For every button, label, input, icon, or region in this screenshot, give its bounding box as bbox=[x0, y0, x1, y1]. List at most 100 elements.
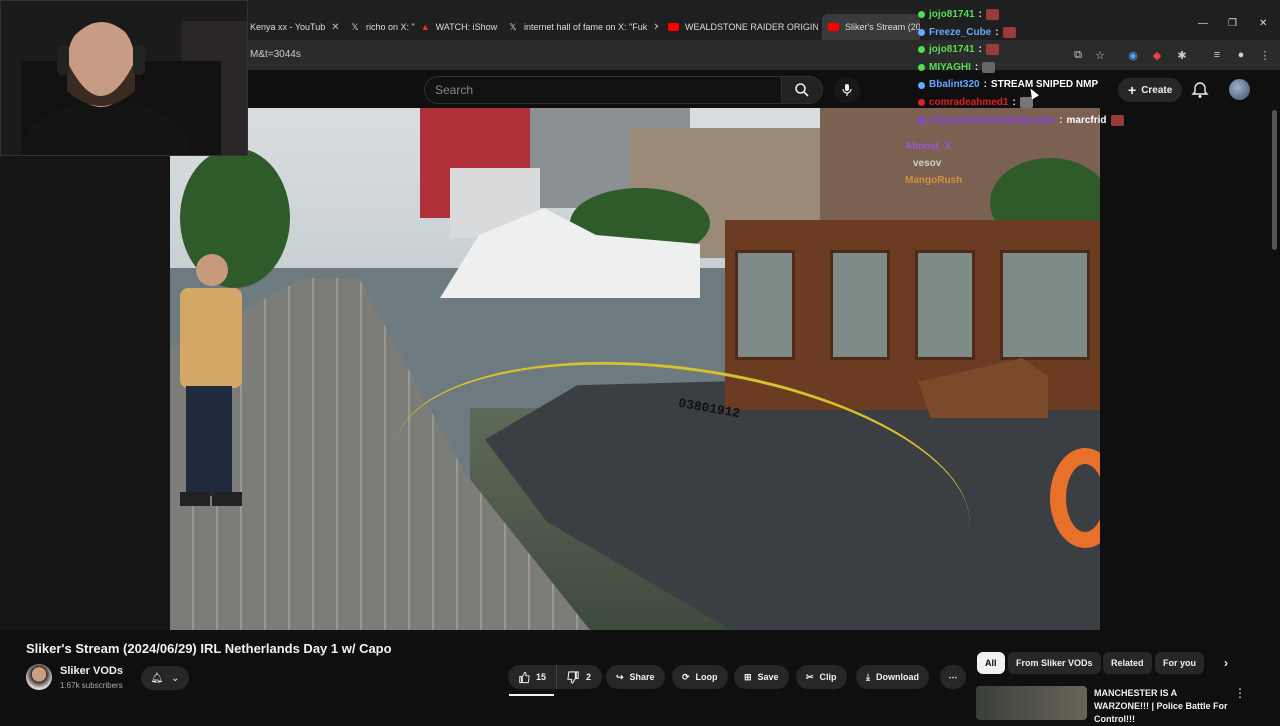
browser-menu-icon[interactable]: ⋮ bbox=[1257, 47, 1273, 63]
page-scrollbar[interactable] bbox=[1272, 110, 1277, 250]
share-icon: ↪ bbox=[616, 671, 624, 682]
loop-button[interactable]: ⟳ Loop bbox=[672, 665, 728, 689]
more-actions-button[interactable]: ⋯ bbox=[940, 665, 966, 689]
more-horizontal-icon: ⋯ bbox=[948, 671, 958, 682]
inner-chat-name: vesov bbox=[913, 158, 942, 169]
thumbs-up-icon bbox=[519, 671, 530, 683]
search-placeholder: Search bbox=[435, 83, 474, 97]
chat-badge-icon bbox=[918, 11, 925, 19]
scissors-icon: ✂ bbox=[806, 671, 814, 682]
video-cabin-window bbox=[1000, 250, 1090, 360]
url-text[interactable]: M&t=3044s bbox=[250, 49, 301, 60]
clip-label: Clip bbox=[819, 672, 837, 682]
youtube-icon bbox=[668, 23, 679, 31]
recommended-video-thumbnail[interactable] bbox=[976, 686, 1087, 720]
recommended-video-title[interactable]: MANCHESTER IS A WARZONE!!! | Police Batt… bbox=[1094, 687, 1234, 726]
chat-message: comradeahmed1: bbox=[918, 94, 1124, 112]
search-input[interactable]: Search bbox=[424, 76, 782, 104]
loop-icon: ⟳ bbox=[682, 671, 690, 682]
chat-badge-icon bbox=[918, 64, 925, 72]
tab-close-icon[interactable]: ✕ bbox=[653, 22, 658, 33]
chat-message: jojo81741: bbox=[918, 6, 1124, 24]
chat-badge-icon bbox=[918, 116, 925, 124]
browser-tab[interactable]: 𝕏 internet hall of fame on X: "Fuk ✕ bbox=[502, 14, 658, 40]
extension-audio-icon[interactable]: ◉ bbox=[1125, 47, 1141, 63]
channel-name[interactable]: Sliker VODs bbox=[60, 665, 123, 677]
dislike-button[interactable]: 2 bbox=[556, 665, 602, 689]
like-ratio-bar bbox=[509, 694, 554, 696]
chat-overlay: jojo81741: Freeze_Cube: jojo81741: MIYAG… bbox=[918, 6, 1124, 129]
tab-label: richo on X: " bbox=[366, 22, 415, 32]
create-label: Create bbox=[1141, 84, 1173, 96]
chat-username: jojo81741 bbox=[929, 44, 975, 56]
download-button[interactable]: ⤓ Download bbox=[856, 665, 929, 689]
streamer-webcam-image bbox=[1, 1, 247, 155]
like-button[interactable]: 15 bbox=[508, 665, 556, 689]
microphone-icon bbox=[842, 84, 852, 96]
save-label: Save bbox=[757, 672, 779, 682]
x-logo-icon: 𝕏 bbox=[351, 21, 359, 32]
chat-username: comradeahmed1 bbox=[929, 96, 1009, 108]
channel-avatar[interactable] bbox=[26, 664, 52, 690]
chat-badge-icon bbox=[918, 81, 925, 89]
chat-message: uhyywaichiretardedpeople: marcfrid bbox=[918, 112, 1124, 130]
chat-text: marcfrid bbox=[1066, 114, 1107, 126]
chips-next-icon[interactable]: › bbox=[1216, 652, 1236, 674]
inner-chat-name: MangoRush bbox=[905, 175, 963, 186]
chat-username: Freeze_Cube bbox=[929, 26, 992, 38]
save-button[interactable]: ⊞ Save bbox=[734, 665, 789, 689]
extensions-puzzle-icon[interactable]: ✱ bbox=[1174, 47, 1190, 63]
browser-tab[interactable]: Kenya xx - YouTub ✕ bbox=[244, 14, 340, 40]
tab-close-icon[interactable]: ✕ bbox=[331, 22, 339, 33]
chat-message: Freeze_Cube: bbox=[918, 24, 1124, 42]
chat-emote-icon bbox=[1002, 26, 1016, 38]
notifications-bell-icon[interactable] bbox=[1190, 80, 1210, 100]
thumbs-down-icon bbox=[567, 670, 579, 684]
video-inner-chat: Almost_X vesov MangoRush bbox=[905, 138, 962, 189]
chip-from-channel[interactable]: From Sliker VODs bbox=[1008, 652, 1101, 674]
warning-icon: ▲ bbox=[420, 22, 430, 32]
plus-icon: + bbox=[1128, 82, 1137, 98]
minimize-icon[interactable]: — bbox=[1198, 18, 1208, 29]
profile-icon[interactable]: ● bbox=[1233, 47, 1249, 63]
chip-related[interactable]: Related bbox=[1103, 652, 1152, 674]
like-count: 15 bbox=[535, 672, 546, 682]
more-vertical-icon[interactable]: ⋮ bbox=[1234, 686, 1246, 700]
close-window-icon[interactable]: ✕ bbox=[1259, 18, 1267, 29]
video-player[interactable]: 03801912 Almost_X vesov MangoRush bbox=[170, 108, 1100, 630]
browser-tab[interactable]: 𝕏 richo on X: " ▲ WATCH: iShowS ✕ bbox=[344, 14, 498, 40]
extension-shield-icon[interactable]: ◆ bbox=[1149, 47, 1165, 63]
video-person bbox=[180, 254, 242, 506]
download-icon: ⤓ bbox=[866, 671, 870, 682]
browser-tab-active[interactable]: Sliker's Stream (2024/06/29) bbox=[822, 14, 920, 40]
webcam-overlay bbox=[0, 0, 248, 156]
clip-button[interactable]: ✂ Clip bbox=[796, 665, 847, 689]
youtube-icon bbox=[828, 23, 839, 31]
tab-search-icon[interactable]: ≡ bbox=[1209, 47, 1225, 63]
share-label: Share bbox=[629, 672, 655, 682]
search-icon bbox=[795, 83, 809, 97]
video-cabin-window bbox=[735, 250, 795, 360]
chip-all[interactable]: All bbox=[977, 652, 1005, 674]
chat-badge-icon bbox=[918, 99, 925, 107]
restore-icon[interactable]: ❐ bbox=[1228, 18, 1237, 29]
create-button[interactable]: + Create bbox=[1118, 78, 1183, 102]
subscription-bell-button[interactable]: 🔔︎ ⌄ bbox=[141, 666, 189, 690]
chat-username: MIYAGHI bbox=[929, 61, 971, 73]
chip-for-you[interactable]: For you bbox=[1155, 652, 1204, 674]
chat-message: jojo81741: bbox=[918, 41, 1124, 59]
tab-label: internet hall of fame on X: "Fuk bbox=[524, 22, 648, 32]
voice-search-button[interactable] bbox=[834, 77, 860, 103]
share-button[interactable]: ↪ Share bbox=[606, 665, 665, 689]
download-label: Download bbox=[875, 672, 919, 682]
chat-emote-icon bbox=[985, 44, 999, 56]
user-avatar[interactable] bbox=[1229, 79, 1250, 100]
chat-emote-icon bbox=[985, 9, 999, 21]
chat-username: jojo81741 bbox=[929, 9, 975, 20]
video-cabin-window bbox=[915, 250, 975, 360]
browser-tab[interactable]: WEALDSTONE RAIDER ORIGINA ✕ bbox=[662, 14, 818, 40]
search-button[interactable] bbox=[781, 76, 823, 104]
chat-text: STREAM SNIPED NMP bbox=[990, 79, 1099, 91]
chat-username: Bbalint320 bbox=[929, 79, 980, 91]
tab-label: WATCH: iShowS bbox=[435, 22, 498, 32]
